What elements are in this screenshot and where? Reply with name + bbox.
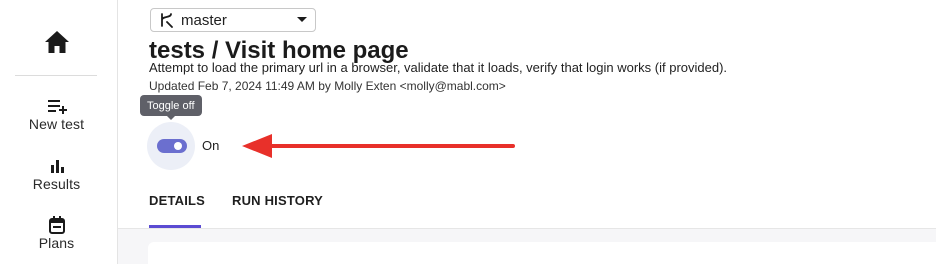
toggle-tooltip: Toggle off — [140, 95, 202, 116]
sidebar-divider — [15, 75, 97, 76]
details-card — [148, 242, 936, 264]
branch-select[interactable]: master — [150, 8, 316, 32]
chevron-down-icon — [297, 17, 307, 22]
sidebar-item-label: New test — [28, 116, 85, 132]
home-icon — [45, 31, 69, 53]
branch-name: master — [181, 11, 227, 29]
branch-icon — [161, 13, 173, 28]
sidebar-item-label: Plans — [38, 235, 75, 251]
toggle-state-label: On — [202, 138, 220, 153]
new-test-icon — [47, 100, 67, 114]
sidebar-item-results[interactable]: Results — [0, 156, 113, 192]
sidebar-item-new-test[interactable]: New test — [0, 96, 113, 132]
sidebar: New test Results Plans — [0, 0, 118, 264]
sidebar-item-label: Results — [32, 176, 81, 192]
sidebar-item-plans[interactable]: Plans — [0, 215, 113, 251]
tab-run-history[interactable]: RUN HISTORY — [232, 193, 323, 208]
home-button[interactable] — [42, 29, 72, 55]
tab-details[interactable]: DETAILS — [149, 193, 205, 208]
test-description: Attempt to load the primary url in a bro… — [149, 60, 728, 75]
main-content: master tests / Visit home page Attempt t… — [118, 0, 936, 264]
updated-info: Updated Feb 7, 2024 11:49 AM by Molly Ex… — [149, 79, 506, 93]
tooltip-tail — [167, 116, 175, 120]
annotation-arrow-icon — [242, 134, 515, 158]
enable-toggle[interactable] — [157, 139, 187, 153]
plans-calendar-icon — [48, 216, 65, 234]
results-chart-icon — [50, 160, 64, 173]
toggle-thumb — [174, 142, 182, 150]
